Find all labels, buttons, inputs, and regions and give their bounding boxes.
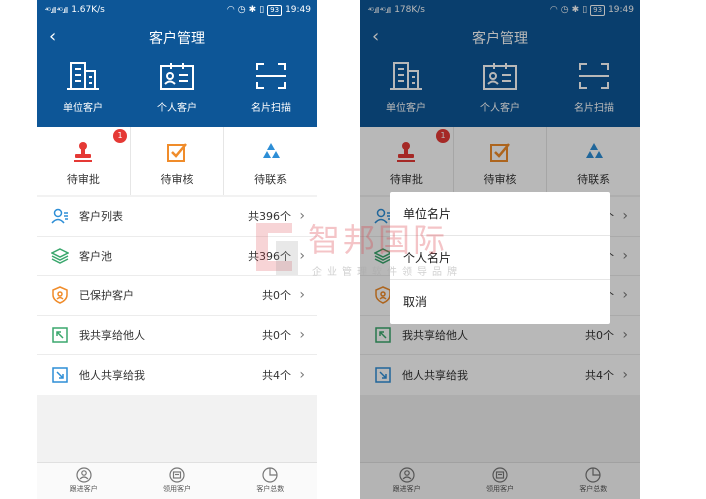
building-icon bbox=[67, 62, 99, 90]
follow-icon bbox=[76, 467, 92, 483]
list-item-shared-by-me[interactable]: 我共享给他人 共0个 › bbox=[37, 316, 317, 355]
page-title: 客户管理 bbox=[149, 31, 205, 47]
sheet-option-company-card[interactable]: 单位名片 bbox=[390, 192, 610, 236]
tab-label: 跟进客户 bbox=[69, 485, 98, 493]
header-item-personal-customer[interactable]: 个人客户 bbox=[137, 60, 217, 114]
phone-screen-left: ⁴ᴳ.ıll ⁴ᴳ.ıll 1.67K/s ◠ ◷ ✱ ▯ 93 19:49 ‹… bbox=[37, 0, 317, 499]
phone-screen-right: ⁴ᴳ.ıll ⁴ᴳ.ıll 178K/s ◠ ◷ ✱ ▯ 93 19:49 ‹ … bbox=[360, 0, 640, 499]
clock-time: 19:49 bbox=[285, 5, 311, 15]
task-label: 待审批 bbox=[66, 173, 100, 186]
sheet-option-personal-card[interactable]: 个人名片 bbox=[390, 236, 610, 280]
share-out-icon bbox=[50, 325, 70, 345]
users-icon bbox=[50, 206, 70, 226]
list-item-count: 共4个 bbox=[262, 368, 291, 382]
battery-level: 93 bbox=[267, 4, 283, 16]
alarm-icon: ◷ bbox=[237, 5, 246, 15]
checkbox-icon bbox=[167, 143, 187, 162]
tab-claim-customers[interactable]: 领用客户 bbox=[130, 463, 223, 499]
app-header: ⁴ᴳ.ıll ⁴ᴳ.ıll 1.67K/s ◠ ◷ ✱ ▯ 93 19:49 ‹… bbox=[37, 0, 317, 127]
header-item-label: 个人客户 bbox=[157, 103, 197, 114]
signal-icon: ⁴ᴳ.ıll ⁴ᴳ.ıll bbox=[45, 5, 68, 15]
bottom-tab-bar: 跟进客户 领用客户 客户总数 bbox=[37, 462, 317, 499]
tab-label: 领用客户 bbox=[162, 485, 191, 493]
customer-list: 客户列表 共396个 › 客户池 共396个 › 已保护客户 共0个 › bbox=[37, 197, 317, 395]
list-item-label: 我共享给他人 bbox=[79, 328, 145, 342]
task-pending-review[interactable]: 待审核 bbox=[131, 127, 225, 195]
tab-follow-customers[interactable]: 跟进客户 bbox=[37, 463, 130, 499]
pie-icon bbox=[262, 467, 278, 483]
chevron-right-icon: › bbox=[299, 287, 305, 304]
list-item-protected-customer[interactable]: 已保护客户 共0个 › bbox=[37, 276, 317, 316]
notification-badge: 1 bbox=[113, 129, 127, 143]
list-item-count: 共396个 bbox=[248, 210, 291, 224]
task-pending-approval[interactable]: 待审批 1 bbox=[37, 127, 131, 195]
tab-customer-total[interactable]: 客户总数 bbox=[224, 463, 317, 499]
claim-icon bbox=[169, 467, 185, 483]
layers-icon bbox=[50, 246, 70, 266]
recycle-icon bbox=[262, 143, 280, 158]
list-item-count: 共396个 bbox=[248, 249, 291, 263]
header-item-label: 单位客户 bbox=[63, 103, 103, 114]
chevron-right-icon: › bbox=[299, 326, 305, 343]
header-item-label: 名片扫描 bbox=[251, 103, 291, 114]
list-item-shared-to-me[interactable]: 他人共享给我 共4个 › bbox=[37, 355, 317, 395]
task-label: 待审核 bbox=[160, 173, 194, 186]
chevron-right-icon: › bbox=[299, 208, 305, 225]
list-item-customer-list[interactable]: 客户列表 共396个 › bbox=[37, 197, 317, 237]
list-item-count: 共0个 bbox=[262, 328, 291, 342]
headset-icon: ◠ bbox=[226, 5, 235, 15]
vibrate-icon: ▯ bbox=[259, 5, 265, 15]
list-item-label: 已保护客户 bbox=[79, 289, 134, 303]
header-item-card-scan[interactable]: 名片扫描 bbox=[231, 60, 311, 114]
header-item-company-customer[interactable]: 单位客户 bbox=[43, 60, 123, 114]
shield-icon bbox=[50, 285, 70, 305]
scan-icon bbox=[256, 63, 286, 89]
task-pending-contact[interactable]: 待联系 bbox=[224, 127, 317, 195]
card-type-sheet: 单位名片 个人名片 取消 bbox=[390, 192, 610, 324]
chevron-right-icon: › bbox=[299, 366, 305, 383]
status-bar: ⁴ᴳ.ıll ⁴ᴳ.ıll 1.67K/s ◠ ◷ ✱ ▯ 93 19:49 bbox=[37, 0, 317, 20]
id-card-icon bbox=[160, 63, 194, 90]
sheet-option-cancel[interactable]: 取消 bbox=[390, 280, 610, 324]
network-speed: 1.67K/s bbox=[71, 5, 105, 15]
share-in-icon bbox=[50, 365, 70, 385]
chevron-right-icon: › bbox=[299, 247, 305, 264]
list-item-label: 客户池 bbox=[79, 249, 112, 263]
stamp-icon bbox=[74, 142, 93, 162]
list-item-customer-pool[interactable]: 客户池 共396个 › bbox=[37, 237, 317, 276]
task-label: 待联系 bbox=[254, 173, 288, 186]
tab-label: 客户总数 bbox=[256, 485, 285, 493]
list-item-label: 他人共享给我 bbox=[79, 368, 145, 382]
bluetooth-icon: ✱ bbox=[248, 5, 257, 15]
list-item-label: 客户列表 bbox=[79, 210, 123, 224]
list-item-count: 共0个 bbox=[262, 289, 291, 303]
task-panel: 待审批 1 待审核 待联系 bbox=[37, 127, 317, 195]
